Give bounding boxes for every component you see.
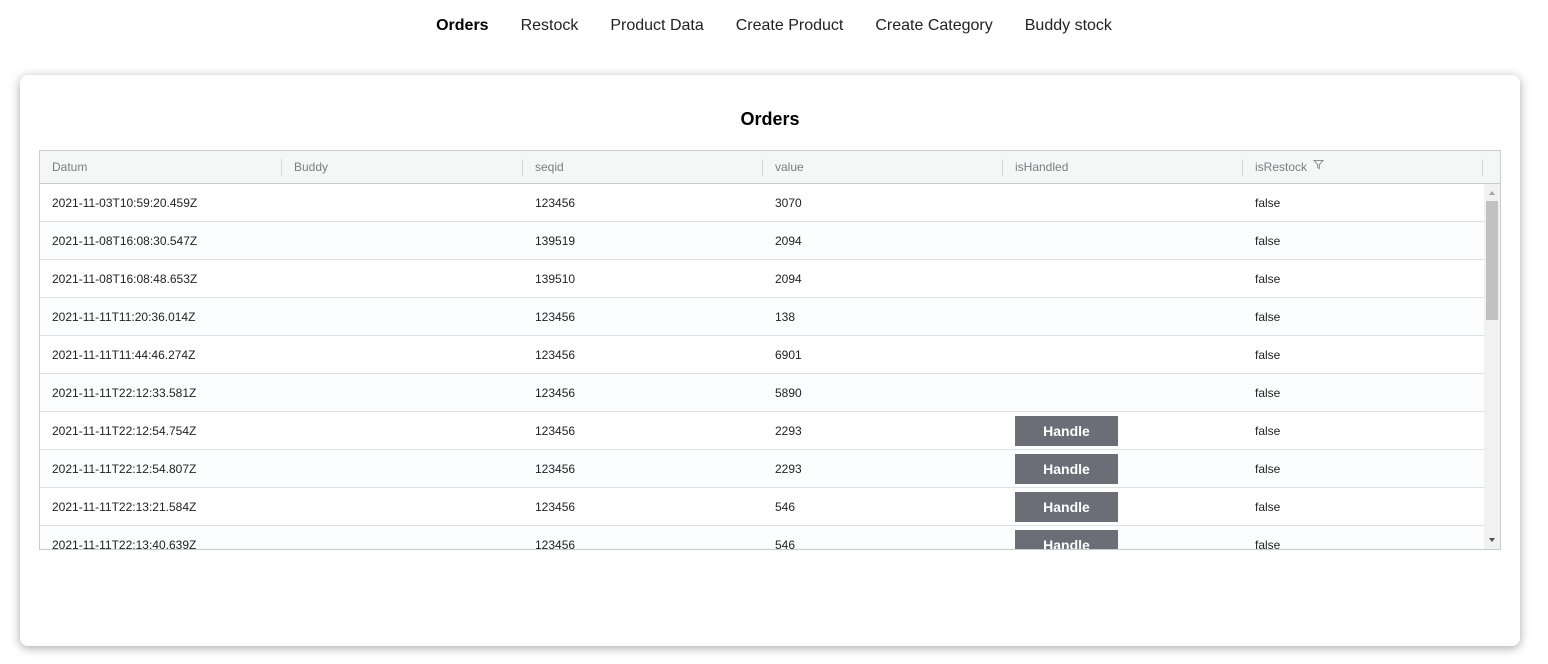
cell-isrestock: false xyxy=(1255,500,1281,514)
cell-seqid: 123456 xyxy=(535,386,576,400)
orders-card: Orders Datum Buddy seqid value isHandled… xyxy=(20,75,1520,646)
scrollbar-thumb[interactable] xyxy=(1486,201,1498,320)
cell-datum: 2021-11-11T22:13:40.639Z xyxy=(52,538,197,549)
cell-isrestock: false xyxy=(1255,310,1281,324)
cell-value: 2094 xyxy=(775,234,802,248)
nav-buddy-stock[interactable]: Buddy stock xyxy=(1025,17,1112,35)
cell-isrestock: false xyxy=(1255,348,1281,362)
cell-isrestock: false xyxy=(1255,234,1281,248)
table-row[interactable]: 2021-11-11T22:12:54.754Z 123456 2293 Handle… xyxy=(40,412,1484,450)
table-row[interactable]: 2021-11-08T16:08:48.653Z 139510 2094 false xyxy=(40,260,1484,298)
handle-button[interactable]: Handle xyxy=(1015,530,1118,549)
column-header-seqid[interactable]: seqid xyxy=(523,151,763,184)
cell-value: 3070 xyxy=(775,196,802,210)
column-header-ishandled[interactable]: isHandled xyxy=(1003,151,1243,184)
cell-isrestock: false xyxy=(1255,272,1281,286)
cell-datum: 2021-11-03T10:59:20.459Z xyxy=(52,196,198,210)
grid-header: Datum Buddy seqid value isHandled isRest… xyxy=(40,151,1500,184)
column-header-buddy[interactable]: Buddy xyxy=(282,151,522,184)
cell-seqid: 123456 xyxy=(535,462,576,476)
handle-button[interactable]: Handle xyxy=(1015,454,1118,484)
cell-seqid: 123456 xyxy=(535,424,576,438)
handle-button[interactable]: Handle xyxy=(1015,492,1118,522)
cell-seqid: 123456 xyxy=(535,310,576,324)
cell-datum: 2021-11-11T22:12:33.581Z xyxy=(52,386,197,400)
cell-ishandled xyxy=(1003,374,1243,412)
cell-datum: 2021-11-11T11:44:46.274Z xyxy=(52,348,196,362)
cell-value: 5890 xyxy=(775,386,802,400)
chevron-down-icon[interactable] xyxy=(1484,533,1500,547)
cell-value: 6901 xyxy=(775,348,802,362)
cell-datum: 2021-11-08T16:08:48.653Z xyxy=(52,272,198,286)
chevron-up-icon[interactable] xyxy=(1484,186,1500,200)
grid-body: 2021-11-03T10:59:20.459Z 123456 3070 false 2… xyxy=(40,184,1484,549)
table-row[interactable]: 2021-11-11T22:12:33.581Z 123456 5890 false xyxy=(40,374,1484,412)
column-header-datum[interactable]: Datum xyxy=(40,151,281,184)
cell-isrestock: false xyxy=(1255,386,1281,400)
top-navigation: Orders Restock Product Data Create Produ… xyxy=(0,0,1548,52)
nav-product-data[interactable]: Product Data xyxy=(610,17,703,35)
cell-buddy xyxy=(282,222,522,260)
handle-button[interactable]: Handle xyxy=(1015,416,1118,446)
cell-buddy xyxy=(282,374,522,412)
cell-seqid: 139510 xyxy=(535,272,576,286)
cell-seqid: 139519 xyxy=(535,234,576,248)
cell-datum: 2021-11-11T22:12:54.807Z xyxy=(52,462,197,476)
table-row[interactable]: 2021-11-11T22:13:21.584Z 123456 546 Handle f… xyxy=(40,488,1484,526)
cell-datum: 2021-11-11T22:13:21.584Z xyxy=(52,500,197,514)
table-row[interactable]: 2021-11-08T16:08:30.547Z 139519 2094 false xyxy=(40,222,1484,260)
cell-value: 546 xyxy=(775,538,796,549)
cell-ishandled: Handle xyxy=(1003,488,1243,526)
column-header-isrestock[interactable]: isRestock xyxy=(1243,151,1483,184)
cell-ishandled: Handle xyxy=(1003,412,1243,450)
cell-ishandled xyxy=(1003,336,1243,374)
cell-datum: 2021-11-11T11:20:36.014Z xyxy=(52,310,196,324)
table-row[interactable]: 2021-11-03T10:59:20.459Z 123456 3070 false xyxy=(40,184,1484,222)
cell-ishandled: Handle xyxy=(1003,450,1243,488)
cell-buddy xyxy=(282,336,522,374)
cell-isrestock: false xyxy=(1255,462,1281,476)
column-resize-handle[interactable] xyxy=(1482,159,1483,176)
cell-ishandled xyxy=(1003,222,1243,260)
cell-isrestock: false xyxy=(1255,538,1281,549)
nav-create-category[interactable]: Create Category xyxy=(875,17,992,35)
nav-restock[interactable]: Restock xyxy=(521,17,579,35)
table-row[interactable]: 2021-11-11T22:13:40.639Z 123456 546 Handle f… xyxy=(40,526,1484,549)
cell-seqid: 123456 xyxy=(535,538,576,549)
cell-ishandled xyxy=(1003,298,1243,336)
table-row[interactable]: 2021-11-11T11:20:36.014Z 123456 138 false xyxy=(40,298,1484,336)
cell-buddy xyxy=(282,412,522,450)
column-header-value[interactable]: value xyxy=(763,151,1003,184)
cell-buddy xyxy=(282,298,522,336)
cell-buddy xyxy=(282,450,522,488)
cell-ishandled: Handle xyxy=(1003,526,1243,549)
cell-datum: 2021-11-08T16:08:30.547Z xyxy=(52,234,198,248)
cell-value: 2293 xyxy=(775,462,802,476)
cell-buddy xyxy=(282,488,522,526)
cell-value: 546 xyxy=(775,500,796,514)
vertical-scrollbar[interactable] xyxy=(1484,184,1500,549)
cell-ishandled xyxy=(1003,184,1243,222)
cell-buddy xyxy=(282,526,522,549)
column-header-isrestock-label: isRestock xyxy=(1255,160,1308,174)
cell-buddy xyxy=(282,260,522,298)
table-row[interactable]: 2021-11-11T11:44:46.274Z 123456 6901 false xyxy=(40,336,1484,374)
table-row[interactable]: 2021-11-11T22:12:54.807Z 123456 2293 Handle… xyxy=(40,450,1484,488)
cell-value: 138 xyxy=(775,310,796,324)
cell-value: 2293 xyxy=(775,424,802,438)
nav-create-product[interactable]: Create Product xyxy=(736,17,844,35)
cell-isrestock: false xyxy=(1255,196,1281,210)
orders-grid: Datum Buddy seqid value isHandled isRest… xyxy=(39,150,1501,550)
cell-value: 2094 xyxy=(775,272,802,286)
filter-icon[interactable] xyxy=(1312,151,1325,183)
cell-buddy xyxy=(282,184,522,222)
cell-ishandled xyxy=(1003,260,1243,298)
page-title: Orders xyxy=(740,109,800,129)
cell-datum: 2021-11-11T22:12:54.754Z xyxy=(52,424,197,438)
cell-seqid: 123456 xyxy=(535,500,576,514)
nav-orders[interactable]: Orders xyxy=(436,17,488,35)
cell-isrestock: false xyxy=(1255,424,1281,438)
cell-seqid: 123456 xyxy=(535,348,576,362)
cell-seqid: 123456 xyxy=(535,196,576,210)
